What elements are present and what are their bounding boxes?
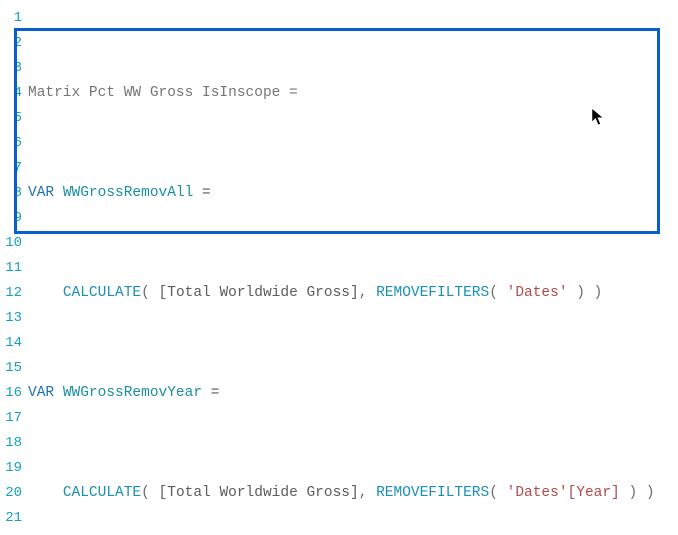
line-number: 12 [0, 281, 28, 306]
line-number: 9 [0, 206, 28, 231]
line-number: 16 [0, 381, 28, 406]
line-number: 13 [0, 306, 28, 331]
func-removefilters: REMOVEFILTERS [376, 485, 489, 501]
code-line[interactable]: VAR WWGrossRemovAll = [28, 181, 678, 206]
line-number: 20 [0, 481, 28, 506]
measure-ref: [Total Worldwide Gross] [159, 285, 359, 301]
line-number: 19 [0, 456, 28, 481]
column-ref: 'Dates' [507, 285, 568, 301]
line-number: 18 [0, 431, 28, 456]
line-number: 2 [0, 31, 28, 56]
code-line[interactable]: CALCULATE( [Total Worldwide Gross], REMO… [28, 481, 678, 506]
line-number: 15 [0, 356, 28, 381]
line-number: 4 [0, 81, 28, 106]
measure-name: Matrix Pct WW Gross IsInscope = [28, 85, 298, 101]
line-number: 10 [0, 231, 28, 256]
line-number: 14 [0, 331, 28, 356]
line-number-gutter: 1 2 3 4 5 6 7 8 9 10 11 12 13 14 15 16 1… [0, 0, 28, 535]
line-number: 3 [0, 56, 28, 81]
func-calculate: CALCULATE [63, 285, 141, 301]
var-name: WWGrossRemovYear [63, 385, 202, 401]
dax-editor[interactable]: 1 2 3 4 5 6 7 8 9 10 11 12 13 14 15 16 1… [0, 0, 678, 535]
measure-ref: [Total Worldwide Gross] [159, 485, 359, 501]
column-ref: 'Dates'[Year] [507, 485, 620, 501]
func-removefilters: REMOVEFILTERS [376, 285, 489, 301]
line-number: 21 [0, 506, 28, 531]
line-number: 8 [0, 181, 28, 206]
line-number: 7 [0, 156, 28, 181]
code-line[interactable]: Matrix Pct WW Gross IsInscope = [28, 81, 678, 106]
line-number: 17 [0, 406, 28, 431]
func-calculate: CALCULATE [63, 485, 141, 501]
line-number: 11 [0, 256, 28, 281]
var-name: WWGrossRemovAll [63, 185, 194, 201]
code-line[interactable]: CALCULATE( [Total Worldwide Gross], REMO… [28, 281, 678, 306]
line-number: 5 [0, 106, 28, 131]
line-number: 6 [0, 131, 28, 156]
keyword-var: VAR [28, 185, 54, 201]
line-number: 1 [0, 6, 28, 31]
keyword-var: VAR [28, 385, 54, 401]
code-line[interactable]: VAR WWGrossRemovYear = [28, 381, 678, 406]
code-area[interactable]: Matrix Pct WW Gross IsInscope = VAR WWGr… [28, 0, 678, 535]
